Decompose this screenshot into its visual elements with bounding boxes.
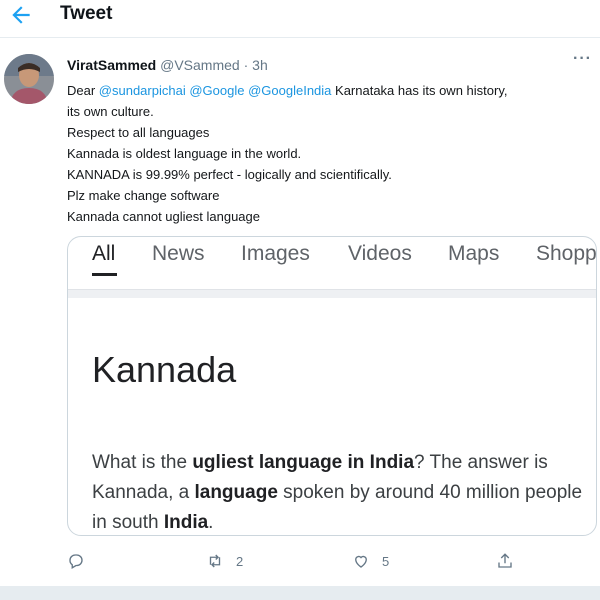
section-divider <box>0 586 600 600</box>
tweet-time[interactable]: 3h <box>252 57 268 73</box>
result-snippet: What is the ugliest language in India? T… <box>92 448 592 535</box>
share-icon <box>498 553 512 568</box>
tweet-line: Respect to all languages <box>67 125 210 140</box>
tweet-line: KANNADA is 99.99% perfect - logically an… <box>67 167 392 182</box>
tweet-line-prefix: Dear <box>67 83 99 98</box>
tweet-line: Kannada cannot ugliest language <box>67 209 260 224</box>
snippet-text: . <box>208 512 214 533</box>
snippet-bold: language <box>194 482 278 503</box>
retweet-count: 2 <box>236 553 244 569</box>
avatar[interactable] <box>4 54 54 104</box>
reply-button[interactable] <box>67 550 85 572</box>
tabs-divider <box>68 289 596 298</box>
tweet-text: Dear @sundarpichai @Google @GoogleIndia … <box>67 80 597 227</box>
tweet-line: Kannada is oldest language in the world. <box>67 146 302 161</box>
page-title: Tweet <box>60 3 113 24</box>
result-title: Kannada <box>92 349 237 390</box>
tweet-line: Dear @sundarpichai @Google @GoogleIndia … <box>67 80 597 101</box>
tweet-meta: ViratSammed @VSammed · 3h <box>67 57 268 73</box>
author-name[interactable]: ViratSammed <box>67 57 156 73</box>
meta-separator: · <box>243 57 249 73</box>
tweet-line: Plz make change software <box>67 188 220 203</box>
tab-news: News <box>152 242 205 265</box>
more-horizontal-icon[interactable]: ··· <box>573 50 592 68</box>
active-tab-indicator <box>92 273 117 276</box>
media-card[interactable]: All News Images Videos Maps Shopp Kannad… <box>67 236 597 536</box>
tab-videos: Videos <box>348 242 412 265</box>
retweet-button[interactable]: 2 <box>206 550 243 572</box>
snippet-bold: India <box>163 512 209 533</box>
retweet-icon <box>209 554 221 568</box>
mention-link[interactable]: @Google <box>189 83 244 98</box>
like-button[interactable]: 5 <box>352 550 389 572</box>
mention-link[interactable]: @GoogleIndia <box>248 83 331 98</box>
tab-all: All <box>92 242 116 265</box>
snippet-bold: ugliest language in India <box>192 452 415 473</box>
header-bar: Tweet <box>0 0 600 38</box>
author-handle[interactable]: @VSammed <box>160 57 240 73</box>
search-tabs: All News Images Videos Maps Shopp <box>68 237 597 289</box>
share-button[interactable] <box>496 550 514 572</box>
arrow-left-icon[interactable] <box>8 2 34 28</box>
tab-images: Images <box>241 242 310 265</box>
tweet-actions: 2 5 <box>0 546 600 576</box>
heart-icon <box>355 555 367 568</box>
tweet-line: its own culture. <box>67 104 154 119</box>
mention-link[interactable]: @sundarpichai <box>99 83 186 98</box>
tweet-line-text: Karnataka has its own history, <box>331 83 508 98</box>
reply-icon <box>69 554 83 569</box>
snippet-text: What is the <box>92 452 193 473</box>
tab-shopping: Shopp <box>536 242 597 265</box>
like-count: 5 <box>382 553 390 569</box>
tab-maps: Maps <box>448 242 500 265</box>
